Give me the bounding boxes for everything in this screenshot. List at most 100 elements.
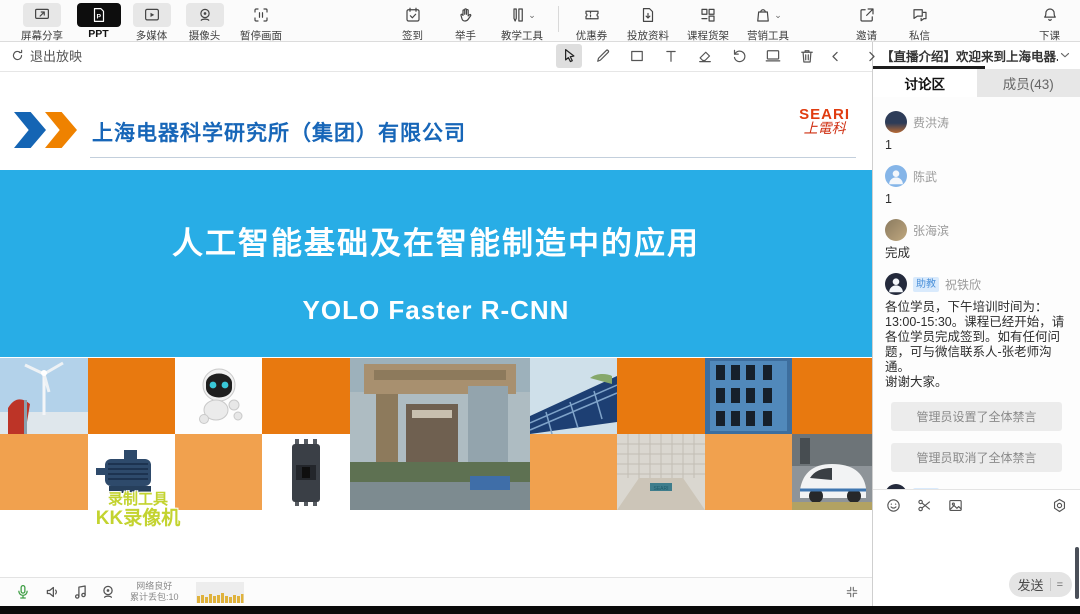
system-notice: 管理员设置了全体禁言 <box>891 402 1062 431</box>
marketing-tools-icon: ⌄ <box>749 3 787 27</box>
sidebar-scrollbar[interactable] <box>1075 547 1079 599</box>
avatar <box>885 111 907 133</box>
photo-solar-panels <box>530 358 617 434</box>
delete-tool-button[interactable] <box>794 44 820 68</box>
toolbar-item-raise-hand[interactable]: 举手 <box>439 0 492 43</box>
chat-message: 张海滨完成 <box>885 219 1068 261</box>
message-input[interactable] <box>873 514 1080 564</box>
send-label: 发送 <box>1018 575 1044 594</box>
toolbar-item-label: 邀请 <box>856 28 877 43</box>
exit-presentation-label: 退出放映 <box>30 46 82 65</box>
scissors-icon[interactable] <box>916 497 933 514</box>
teaching-tools-icon: ⌄ <box>503 3 541 27</box>
message-text: 1 <box>885 138 1068 153</box>
checkin-icon <box>394 3 432 27</box>
toolbar-item-checkin[interactable]: 签到 <box>386 0 439 43</box>
webcam-icon[interactable] <box>99 583 117 601</box>
avatar <box>885 165 907 187</box>
emoji-icon[interactable] <box>885 497 902 514</box>
chat-message-list[interactable]: 费洪涛1陈武1张海滨完成助教祝铁欣各位学员，下午培训时间为：13:00-15:3… <box>873 97 1080 489</box>
recorder-watermark-line2: KK录像机 <box>70 508 206 530</box>
toolbar-item-marketing-tools[interactable]: ⌄营销工具 <box>738 0 798 43</box>
photo-robot <box>175 358 262 434</box>
exit-presentation-button[interactable]: 退出放映 <box>10 46 82 65</box>
toolbar-item-label: 暂停画面 <box>240 28 282 43</box>
chat-message: 陈武1 <box>885 165 1068 207</box>
toolbar-item-screen-share[interactable]: 屏幕分享 <box>12 0 72 43</box>
whiteboard-tool-button[interactable] <box>760 44 786 68</box>
pen-tool-button[interactable] <box>590 44 616 68</box>
sender-name: 费洪涛 <box>913 114 949 131</box>
photo-emc-chamber: SEARI <box>617 434 705 510</box>
photo-institute-building <box>350 358 530 510</box>
toolbar-item-label: 举手 <box>455 28 476 43</box>
microphone-icon[interactable] <box>14 583 32 601</box>
tile-orange-light <box>705 434 792 510</box>
top-toolbar: 屏幕分享PPPT多媒体摄像头暂停画面 签到举手⌄教学工具优惠券投放资料课程货架⌄… <box>0 0 1080 42</box>
undo-tool-button[interactable] <box>726 44 752 68</box>
toolbar-item-label: 营销工具 <box>747 28 789 43</box>
live-chat-sidebar: 【直播介绍】欢迎来到上海电器... 讨论区 成员(43) 费洪涛 1 陈武1 张海滨完… <box>872 41 1080 606</box>
select-tool-button[interactable] <box>556 44 582 68</box>
prev-slide-button[interactable] <box>822 44 848 68</box>
toolbar-item-multimedia[interactable]: 多媒体 <box>125 0 178 43</box>
toolbar-item-coupon[interactable]: 优惠券 <box>565 0 618 43</box>
sender-name: 祝铁欣 <box>945 276 981 293</box>
bottom-status-bar: 网络良好 累计丢包:10 <box>0 577 872 607</box>
message-text: 各位学员，下午培训时间为：13:00-15:30。课程已经开始，请各位学员完成签… <box>885 300 1068 390</box>
message-composer: 发送 = <box>873 489 1080 607</box>
chevron-down-icon[interactable] <box>1058 48 1072 62</box>
slide-chevron-blue-icon <box>14 112 46 148</box>
toolbar-item-label: 优惠券 <box>576 28 608 43</box>
session-title: 【直播介绍】欢迎来到上海电器... <box>881 46 1058 65</box>
tab-members[interactable]: 成员(43) <box>977 69 1080 97</box>
rectangle-tool-button[interactable] <box>624 44 650 68</box>
toolbar-item-end-class[interactable]: 下课 <box>1023 0 1076 43</box>
toolbar-item-pause-screen[interactable]: 暂停画面 <box>231 0 291 43</box>
toolbar-item-label: 屏幕分享 <box>21 28 63 43</box>
message-text: 完成 <box>885 246 1068 261</box>
session-header[interactable]: 【直播介绍】欢迎来到上海电器... <box>873 41 1080 69</box>
annotation-tools <box>556 44 820 68</box>
toolbar-divider <box>558 6 559 32</box>
svg-text:SEARI: SEARI <box>653 486 668 492</box>
next-slide-button[interactable] <box>858 44 884 68</box>
collapse-view-icon[interactable] <box>844 584 860 600</box>
seari-logo-text: SEARI <box>799 107 850 123</box>
send-divider <box>1050 578 1051 591</box>
system-notice: 管理员取消了全体禁言 <box>891 443 1062 472</box>
toolbar-item-course-shelf[interactable]: 课程货架 <box>678 0 738 43</box>
screen-share-icon <box>23 3 61 27</box>
tile-orange-dark <box>792 358 872 434</box>
tile-orange-dark <box>88 358 175 434</box>
image-icon[interactable] <box>947 497 964 514</box>
toolbar-item-camera[interactable]: 摄像头 <box>178 0 231 43</box>
coupon-icon <box>573 3 611 27</box>
seari-logo: SEARI 上電科 <box>799 107 850 137</box>
slide-photo-collage: SEARI <box>0 358 872 510</box>
slide-chevron-orange-icon <box>45 112 77 148</box>
invite-icon <box>848 3 886 27</box>
pause-screen-icon <box>242 3 280 27</box>
tab-discussion[interactable]: 讨论区 <box>873 69 977 97</box>
speaker-icon[interactable] <box>44 583 62 601</box>
sidebar-tabs: 讨论区 成员(43) <box>873 69 1080 97</box>
toolbar-item-materials[interactable]: 投放资料 <box>618 0 678 43</box>
recorder-watermark-line1: 录制工具 <box>70 491 206 508</box>
send-options-icon[interactable]: = <box>1057 579 1063 591</box>
toolbar-item-private-message[interactable]: 私信 <box>893 0 946 43</box>
avatar <box>885 219 907 241</box>
toolbar-item-label: 课程货架 <box>687 28 729 43</box>
eraser-tool-button[interactable] <box>692 44 718 68</box>
toolbar-item-label: 教学工具 <box>501 28 543 43</box>
send-button[interactable]: 发送 = <box>1009 572 1072 597</box>
toolbar-item-invite[interactable]: 邀请 <box>840 0 893 43</box>
slide-nav <box>822 44 884 68</box>
slide-area: 上海电器科学研究所（集团）有限公司 SEARI 上電科 人工智能基础及在智能制造… <box>0 71 872 577</box>
toolbar-item-ppt[interactable]: PPPT <box>72 0 125 40</box>
toolbar-group-communication: 邀请 私信 <box>840 0 946 43</box>
text-tool-button[interactable] <box>658 44 684 68</box>
toolbar-item-teaching-tools[interactable]: ⌄教学工具 <box>492 0 552 43</box>
music-icon[interactable] <box>72 583 90 601</box>
chat-settings-gear-icon[interactable] <box>1051 497 1068 514</box>
